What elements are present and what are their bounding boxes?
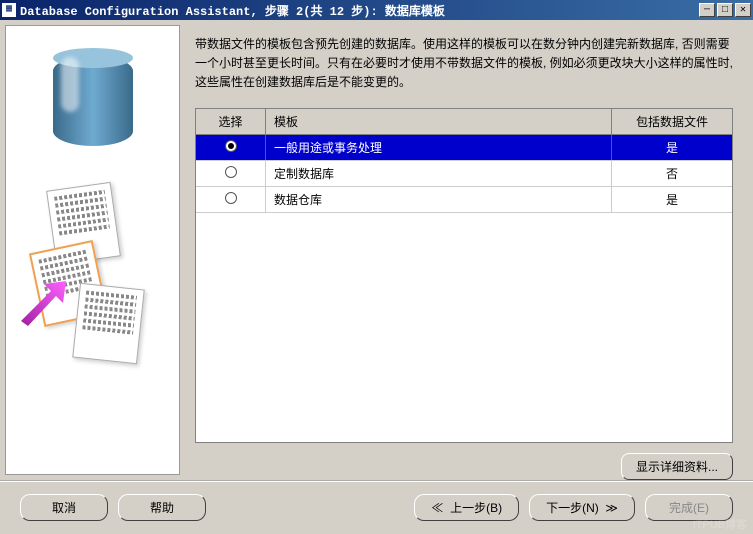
show-details-button[interactable]: 显示详细资料... (621, 453, 733, 480)
template-table: 选择 模板 包括数据文件 一般用途或事务处理 是 定制数据库 否 数据仓库 是 (195, 108, 733, 443)
header-select: 选择 (196, 109, 266, 134)
document-icon (72, 283, 144, 364)
next-label: 下一步(N) (546, 501, 599, 515)
table-row[interactable]: 定制数据库 否 (196, 161, 732, 187)
arrow-icon (16, 276, 66, 326)
sidebar-illustration (5, 25, 180, 475)
table-header: 选择 模板 包括数据文件 (196, 109, 732, 135)
back-label: 上一步(B) (450, 501, 502, 515)
footer-left: 取消 帮助 (20, 494, 206, 521)
window-title: Database Configuration Assistant, 步骤 2(共… (20, 2, 699, 19)
radio-icon[interactable] (225, 166, 237, 178)
watermark-text: ITPUB博客 (693, 516, 747, 532)
radio-cell[interactable] (196, 135, 266, 160)
titlebar: ▦ Database Configuration Assistant, 步骤 2… (0, 0, 753, 20)
template-name: 定制数据库 (266, 161, 612, 186)
content-area: 带数据文件的模板包含预先创建的数据库。使用这样的模板可以在数分钟内创建完新数据库… (0, 20, 753, 480)
include-value: 否 (612, 161, 732, 186)
maximize-button[interactable]: □ (717, 3, 733, 17)
cancel-button[interactable]: 取消 (20, 494, 108, 521)
footer-right: ≪ 上一步(B) 下一步(N) ≫ 完成(E) (414, 494, 733, 521)
include-value: 是 (612, 135, 732, 160)
footer-buttons: 取消 帮助 ≪ 上一步(B) 下一步(N) ≫ 完成(E) (0, 480, 753, 533)
radio-selected-icon[interactable] (225, 140, 237, 152)
table-row[interactable]: 数据仓库 是 (196, 187, 732, 213)
main-panel: 带数据文件的模板包含预先创建的数据库。使用这样的模板可以在数分钟内创建完新数据库… (185, 20, 753, 480)
radio-cell[interactable] (196, 161, 266, 186)
app-icon: ▦ (2, 3, 16, 17)
include-value: 是 (612, 187, 732, 212)
template-name: 一般用途或事务处理 (266, 135, 612, 160)
help-button[interactable]: 帮助 (118, 494, 206, 521)
header-include: 包括数据文件 (612, 109, 732, 134)
header-template: 模板 (266, 109, 612, 134)
close-button[interactable]: ✕ (735, 3, 751, 17)
radio-cell[interactable] (196, 187, 266, 212)
radio-icon[interactable] (225, 192, 237, 204)
next-button[interactable]: 下一步(N) ≫ (529, 494, 635, 521)
window-controls: ─ □ ✕ (699, 3, 751, 17)
database-cylinder-icon (53, 56, 133, 146)
detail-button-row: 显示详细资料... (195, 453, 733, 480)
back-button[interactable]: ≪ 上一步(B) (414, 494, 519, 521)
minimize-button[interactable]: ─ (699, 3, 715, 17)
description-text: 带数据文件的模板包含预先创建的数据库。使用这样的模板可以在数分钟内创建完新数据库… (195, 35, 733, 93)
table-row[interactable]: 一般用途或事务处理 是 (196, 135, 732, 161)
template-name: 数据仓库 (266, 187, 612, 212)
